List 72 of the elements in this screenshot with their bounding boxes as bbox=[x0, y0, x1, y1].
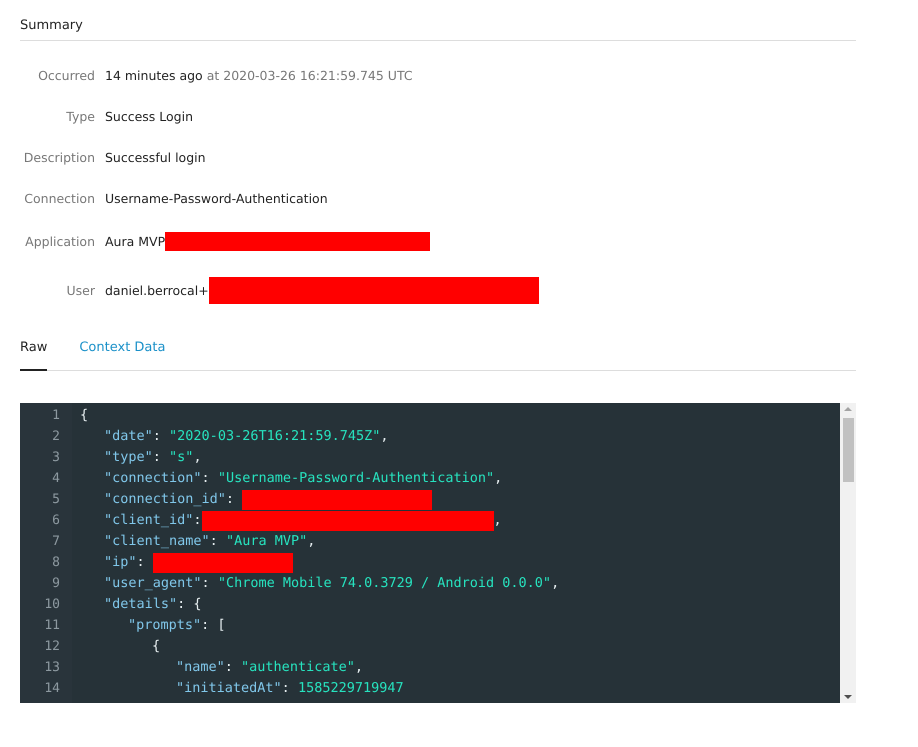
field-label: Application bbox=[24, 234, 95, 249]
json-punctuation: { bbox=[80, 406, 88, 425]
json-string: "2020-03-26T16:21:59.745Z" bbox=[169, 427, 380, 446]
json-key: "name" bbox=[176, 657, 225, 678]
line-number: 5 bbox=[51, 491, 61, 509]
field-value: Aura MVP bbox=[105, 234, 166, 249]
json-key: "ip" bbox=[104, 552, 137, 573]
line-number: 8 bbox=[51, 554, 61, 572]
json-punctuation: , bbox=[307, 532, 316, 551]
json-punctuation: : bbox=[152, 448, 162, 467]
json-key: "date" bbox=[104, 426, 153, 447]
json-punctuation: : bbox=[193, 511, 202, 530]
field-value: Username-Password-Authentication bbox=[105, 191, 328, 206]
json-string: "Username-Password-Authentication" bbox=[218, 469, 494, 488]
json-number: 1585229719947 bbox=[298, 679, 404, 698]
field-value: Success Login bbox=[105, 109, 194, 124]
json-string: "Chrome Mobile 74.0.3729 / Android 0.0.0" bbox=[218, 574, 552, 593]
line-number: 4 bbox=[51, 470, 61, 488]
line-number: 13 bbox=[43, 659, 61, 677]
json-punctuation: : bbox=[282, 679, 291, 698]
field-value: Successful login bbox=[105, 150, 206, 165]
json-punctuation: : [ bbox=[201, 616, 226, 635]
json-key: "client_name" bbox=[104, 531, 210, 552]
field-label: Description bbox=[22, 150, 95, 165]
json-string: "Aura MVP" bbox=[226, 532, 308, 551]
line-number: 12 bbox=[43, 638, 61, 656]
line-number: 2 bbox=[51, 428, 61, 446]
json-punctuation: : bbox=[210, 532, 219, 551]
tab[interactable]: Raw bbox=[20, 340, 48, 371]
json-key: "client_id" bbox=[104, 510, 194, 531]
json-punctuation: : bbox=[152, 427, 162, 446]
json-key: "connection_id" bbox=[104, 489, 226, 510]
json-key: "user_agent" bbox=[104, 573, 202, 594]
json-punctuation: : bbox=[202, 469, 211, 488]
json-punctuation: , bbox=[380, 427, 389, 446]
json-key: "connection" bbox=[104, 468, 202, 489]
json-punctuation: : bbox=[136, 553, 146, 572]
json-key: "initiatedAt" bbox=[176, 678, 282, 699]
line-number: 14 bbox=[43, 680, 61, 698]
json-string: "s" bbox=[169, 448, 194, 467]
line-number: 10 bbox=[43, 596, 61, 614]
json-punctuation: , bbox=[551, 574, 560, 593]
line-number: 7 bbox=[51, 533, 61, 551]
line-number: 11 bbox=[43, 617, 61, 635]
field-value: 14 minutes ago bbox=[105, 68, 203, 83]
json-punctuation: , bbox=[354, 658, 363, 677]
field-detail: at 2020-03-26 16:21:59.745 UTC bbox=[206, 68, 413, 83]
line-number: 6 bbox=[51, 512, 61, 530]
field-label: Type bbox=[65, 109, 95, 124]
line-number: 1 bbox=[51, 407, 61, 425]
json-key: "prompts" bbox=[128, 615, 202, 636]
json-punctuation: : { bbox=[177, 595, 202, 614]
line-number: 9 bbox=[51, 575, 61, 593]
json-punctuation: : bbox=[224, 658, 234, 677]
section-title: Summary bbox=[20, 18, 83, 33]
json-punctuation: : bbox=[202, 574, 211, 593]
line-number: 3 bbox=[51, 449, 61, 467]
field-value: daniel.berrocal+ bbox=[105, 283, 209, 298]
field-label: Occurred bbox=[37, 68, 95, 83]
field-label: Connection bbox=[23, 191, 95, 206]
tab[interactable]: Context Data bbox=[79, 340, 166, 371]
json-punctuation: , bbox=[494, 511, 502, 530]
json-punctuation: , bbox=[494, 469, 502, 488]
json-key: "details" bbox=[104, 594, 178, 615]
json-key: "type" bbox=[104, 447, 153, 468]
scrollbar-thumb[interactable] bbox=[842, 418, 854, 482]
scrollbar[interactable] bbox=[840, 403, 856, 703]
json-punctuation: : bbox=[226, 490, 236, 509]
json-string: "authenticate" bbox=[241, 658, 355, 677]
json-punctuation: { bbox=[152, 637, 160, 656]
json-punctuation: , bbox=[193, 448, 202, 467]
field-label: User bbox=[66, 283, 95, 298]
